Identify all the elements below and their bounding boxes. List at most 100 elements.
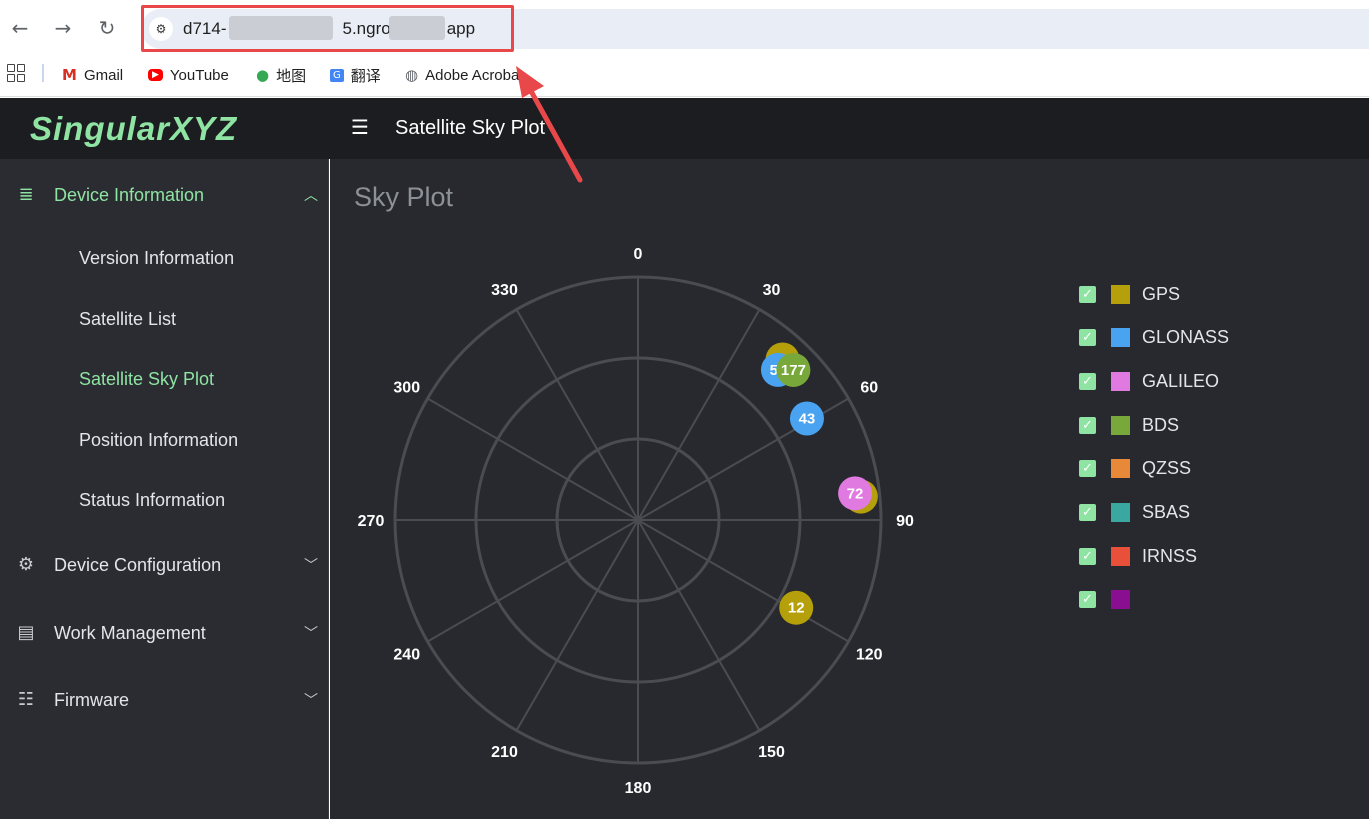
bookmark-maps[interactable]: ● 地图 bbox=[256, 64, 306, 86]
legend-label: GALILEO bbox=[1142, 370, 1220, 391]
azimuth-tick-label: 90 bbox=[896, 513, 914, 530]
sky-plot-chart: 0306090120150180210240270300330 24531774… bbox=[358, 246, 914, 797]
legend-checkbox[interactable]: ✓ bbox=[1079, 504, 1096, 521]
bookmark-label: 翻译 bbox=[350, 67, 381, 85]
sidebar-group-device-configuration[interactable]: ⚙ Device Configuration ﹀ bbox=[0, 535, 329, 595]
azimuth-spoke bbox=[637, 309, 761, 521]
legend-item[interactable]: ✓ GLONASS bbox=[1079, 326, 1229, 350]
globe-icon: ◍ bbox=[405, 66, 419, 84]
azimuth-tick-label: 60 bbox=[860, 380, 878, 397]
chevron-up-icon: ︿ bbox=[304, 188, 318, 204]
annotation-highlight-box bbox=[141, 5, 514, 52]
legend-checkbox[interactable]: ✓ bbox=[1079, 285, 1096, 303]
legend-checkbox[interactable]: ✓ bbox=[1079, 591, 1096, 609]
azimuth-tick-label: 270 bbox=[358, 513, 385, 530]
bookmark-label: 地图 bbox=[276, 67, 307, 85]
gear-icon: ⚙ bbox=[17, 554, 35, 575]
sidebar-item-position-information[interactable]: Position Information bbox=[79, 430, 238, 451]
chevron-down-icon: ﹀ bbox=[304, 558, 318, 574]
server-icon: ≣ bbox=[18, 184, 34, 205]
satellite-label: 177 bbox=[781, 362, 806, 379]
satellite-marker[interactable]: 43 bbox=[789, 401, 824, 436]
azimuth-tick-label: 180 bbox=[625, 780, 652, 797]
legend-checkbox[interactable]: ✓ bbox=[1079, 547, 1096, 565]
legend-swatch bbox=[1111, 371, 1130, 391]
azimuth-tick-label: 240 bbox=[393, 647, 420, 664]
forward-arrow-icon[interactable]: → bbox=[51, 16, 75, 40]
azimuth-spoke bbox=[427, 519, 639, 643]
logo: SingularXYZ bbox=[30, 110, 238, 147]
sidebar-group-label: Device Configuration bbox=[54, 554, 222, 575]
chevron-down-icon: ﹀ bbox=[304, 626, 318, 642]
legend-item[interactable]: ✓ BDS bbox=[1079, 413, 1179, 437]
gmail-icon: M bbox=[62, 66, 77, 84]
legend-swatch bbox=[1111, 328, 1130, 348]
legend-swatch bbox=[1111, 284, 1130, 304]
legend-swatch bbox=[1111, 415, 1130, 435]
satellite-label: 12 bbox=[788, 600, 805, 617]
sidebar: ≣ Device Information ︿ Version Informati… bbox=[0, 159, 329, 819]
satellite-marker[interactable]: 12 bbox=[779, 590, 814, 625]
satellite-label: 72 bbox=[847, 485, 864, 502]
legend-item[interactable]: ✓ IRNSS bbox=[1079, 544, 1197, 568]
legend-swatch bbox=[1111, 590, 1130, 610]
bookmark-label: YouTube bbox=[169, 66, 229, 84]
legend-checkbox[interactable]: ✓ bbox=[1079, 460, 1096, 478]
bookmark-gmail[interactable]: M Gmail bbox=[62, 64, 123, 86]
azimuth-tick-label: 0 bbox=[634, 246, 643, 263]
reload-icon[interactable]: ↻ bbox=[95, 16, 119, 40]
sidebar-group-firmware[interactable]: ☷ Firmware ﹀ bbox=[0, 670, 329, 730]
sidebar-item-satellite-sky-plot[interactable]: Satellite Sky Plot bbox=[79, 369, 214, 390]
apps-grid-icon[interactable] bbox=[7, 64, 25, 82]
sidebar-group-work-management[interactable]: ▤ Work Management ﹀ bbox=[0, 603, 329, 663]
legend-checkbox[interactable]: ✓ bbox=[1079, 329, 1096, 347]
sidebar-item-status-information[interactable]: Status Information bbox=[79, 490, 225, 511]
azimuth-spoke bbox=[515, 309, 639, 521]
bookmark-translate[interactable]: G 翻译 bbox=[330, 64, 381, 86]
satellite-marker[interactable]: 72 bbox=[838, 476, 873, 511]
sky-plot-grid bbox=[393, 275, 883, 765]
bookmark-youtube[interactable]: ▶ YouTube bbox=[148, 64, 229, 86]
legend-checkbox[interactable]: ✓ bbox=[1079, 416, 1096, 434]
legend-label: IRNSS bbox=[1142, 545, 1198, 566]
legend-label: GPS bbox=[1142, 283, 1181, 304]
maps-icon: ● bbox=[256, 66, 270, 84]
legend-checkbox[interactable]: ✓ bbox=[1079, 372, 1096, 390]
azimuth-tick-label: 30 bbox=[763, 282, 781, 299]
chevron-down-icon: ﹀ bbox=[304, 693, 318, 709]
legend-item[interactable]: ✓ QZSS bbox=[1079, 457, 1191, 481]
legend-item[interactable]: ✓ GALILEO bbox=[1079, 369, 1219, 393]
sidebar-group-label: Firmware bbox=[54, 689, 129, 710]
azimuth-tick-label: 300 bbox=[393, 380, 420, 397]
azimuth-tick-label: 150 bbox=[758, 744, 785, 761]
legend-swatch bbox=[1111, 459, 1130, 479]
legend-label: BDS bbox=[1142, 414, 1180, 435]
satellite-marker[interactable]: 177 bbox=[776, 352, 811, 387]
sidebar-item-version-information[interactable]: Version Information bbox=[79, 248, 234, 269]
translate-icon: G bbox=[330, 68, 344, 82]
menu-toggle-icon[interactable]: ☰ bbox=[351, 116, 373, 138]
azimuth-spoke bbox=[637, 519, 849, 643]
sidebar-group-label: Work Management bbox=[54, 622, 206, 643]
document-icon: ▤ bbox=[17, 622, 35, 643]
legend-item[interactable]: ✓ GPS bbox=[1079, 282, 1180, 306]
legend-item[interactable]: ✓ bbox=[1079, 588, 1142, 612]
satellite-label: 43 bbox=[799, 410, 816, 427]
legend-item[interactable]: ✓ SBAS bbox=[1079, 501, 1190, 525]
browser-toolbar: ← → ↻ ⚙ d714- 5.ngro app bbox=[0, 0, 1369, 57]
sidebar-group-device-information[interactable]: ≣ Device Information ︿ bbox=[0, 165, 329, 225]
sidebar-item-satellite-list[interactable]: Satellite List bbox=[79, 309, 176, 330]
azimuth-spoke bbox=[427, 397, 639, 521]
legend-swatch bbox=[1111, 546, 1130, 566]
legend-label: QZSS bbox=[1142, 458, 1192, 479]
youtube-icon: ▶ bbox=[148, 69, 163, 81]
azimuth-spoke bbox=[637, 519, 761, 731]
azimuth-tick-label: 330 bbox=[491, 282, 518, 299]
app-header: SingularXYZ ☰ Satellite Sky Plot bbox=[0, 98, 1369, 159]
azimuth-tick-label: 210 bbox=[491, 744, 518, 761]
sidebar-group-label: Device Information bbox=[54, 184, 205, 205]
bookmark-separator bbox=[42, 64, 44, 82]
bookmark-label: Gmail bbox=[83, 66, 124, 84]
back-arrow-icon[interactable]: ← bbox=[8, 16, 32, 40]
legend-label: SBAS bbox=[1142, 502, 1191, 522]
